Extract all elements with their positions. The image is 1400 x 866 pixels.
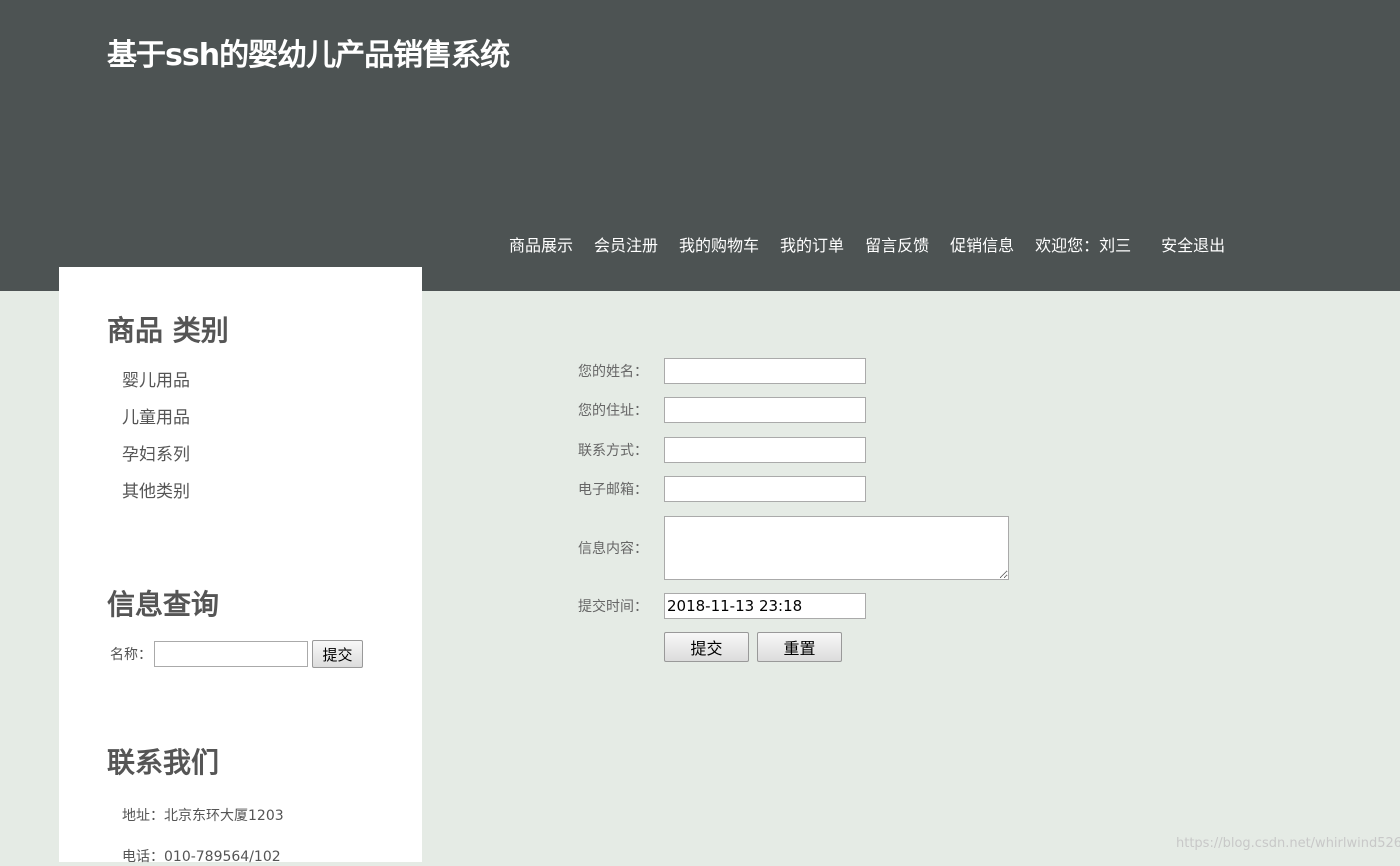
categories-heading: 商品 类别 bbox=[107, 314, 229, 347]
contact-address: 地址：北京东环大厦1203 bbox=[122, 808, 284, 824]
email-input[interactable] bbox=[664, 476, 866, 502]
category-item[interactable]: 其他类别 bbox=[122, 478, 190, 515]
nav-product-display[interactable]: 商品展示 bbox=[509, 232, 573, 256]
name-label: 您的姓名： bbox=[578, 364, 648, 380]
main-nav: 商品展示 会员注册 我的购物车 我的订单 留言反馈 促销信息 欢迎您：刘三 安全… bbox=[509, 232, 1246, 256]
search-label: 名称： bbox=[110, 647, 152, 663]
search-heading: 信息查询 bbox=[107, 588, 220, 621]
email-label: 电子邮箱： bbox=[578, 482, 648, 498]
nav-feedback[interactable]: 留言反馈 bbox=[865, 232, 929, 256]
form-row-content: 信息内容： bbox=[578, 516, 1009, 580]
reset-button[interactable]: 重置 bbox=[757, 632, 842, 662]
nav-my-orders[interactable]: 我的订单 bbox=[780, 232, 844, 256]
search-input[interactable] bbox=[154, 641, 308, 667]
welcome-user: 欢迎您：刘三 bbox=[1035, 236, 1132, 255]
nav-my-cart[interactable]: 我的购物车 bbox=[679, 232, 759, 256]
address-label: 您的住址： bbox=[578, 403, 648, 419]
contact-heading: 联系我们 bbox=[107, 746, 220, 779]
category-list: 婴儿用品 儿童用品 孕妇系列 其他类别 bbox=[122, 367, 190, 515]
address-input[interactable] bbox=[664, 397, 866, 423]
header: 基于ssh的婴幼儿产品销售系统 商品展示 会员注册 我的购物车 我的订单 留言反… bbox=[0, 0, 1400, 291]
submit-button[interactable]: 提交 bbox=[664, 632, 749, 662]
nav-logout[interactable]: 安全退出 bbox=[1161, 232, 1225, 256]
form-row-contact: 联系方式： bbox=[578, 437, 866, 463]
time-input[interactable] bbox=[664, 593, 866, 619]
time-label: 提交时间： bbox=[578, 599, 648, 615]
form-row-email: 电子邮箱： bbox=[578, 476, 866, 502]
form-buttons: 提交 重置 bbox=[664, 632, 842, 662]
category-item[interactable]: 儿童用品 bbox=[122, 404, 190, 441]
content-label: 信息内容： bbox=[578, 541, 648, 557]
form-row-name: 您的姓名： bbox=[578, 358, 866, 384]
nav-member-register[interactable]: 会员注册 bbox=[594, 232, 658, 256]
category-item[interactable]: 孕妇系列 bbox=[122, 441, 190, 478]
site-title: 基于ssh的婴幼儿产品销售系统 bbox=[107, 38, 510, 73]
search-submit-button[interactable]: 提交 bbox=[312, 640, 363, 668]
contact-input[interactable] bbox=[664, 437, 866, 463]
nav-promotions[interactable]: 促销信息 bbox=[950, 232, 1014, 256]
contact-phone: 电话：010-789564/102 bbox=[122, 849, 281, 865]
content-textarea[interactable] bbox=[664, 516, 1009, 580]
contact-label: 联系方式： bbox=[578, 443, 648, 459]
name-input[interactable] bbox=[664, 358, 866, 384]
category-item[interactable]: 婴儿用品 bbox=[122, 367, 190, 404]
search-form: 名称： 提交 bbox=[110, 640, 363, 668]
form-row-time: 提交时间： bbox=[578, 593, 866, 619]
sidebar: 商品 类别 婴儿用品 儿童用品 孕妇系列 其他类别 信息查询 名称： 提交 联系… bbox=[59, 267, 422, 865]
watermark: https://blog.csdn.net/whirlwind526 bbox=[1176, 836, 1400, 851]
form-row-address: 您的住址： bbox=[578, 397, 866, 423]
